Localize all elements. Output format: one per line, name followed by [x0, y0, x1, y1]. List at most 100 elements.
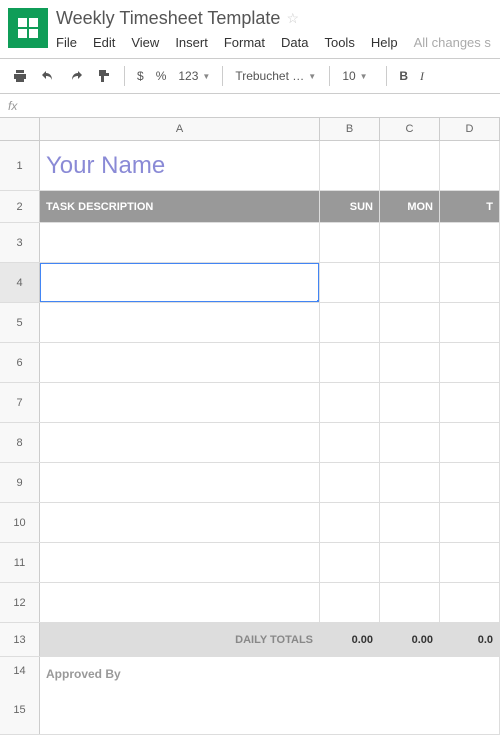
cell[interactable] [40, 223, 320, 262]
cell[interactable] [320, 583, 380, 622]
italic-button[interactable]: I [416, 69, 428, 84]
cell[interactable] [40, 343, 320, 382]
cell-selected[interactable] [40, 263, 320, 302]
cell[interactable] [320, 503, 380, 542]
header-task[interactable]: TASK DESCRIPTION [40, 191, 320, 222]
cell[interactable] [320, 463, 380, 502]
row-header-4[interactable]: 4 [0, 263, 40, 302]
sheets-logo[interactable] [8, 8, 48, 48]
cell[interactable] [440, 423, 500, 462]
cell[interactable] [380, 503, 440, 542]
cell[interactable] [40, 463, 320, 502]
cell[interactable] [380, 583, 440, 622]
row-header-1[interactable]: 1 [0, 141, 40, 190]
daily-totals-label[interactable]: DAILY TOTALS [40, 623, 320, 656]
cell[interactable] [40, 583, 320, 622]
cell[interactable] [440, 303, 500, 342]
menu-help[interactable]: Help [371, 35, 398, 50]
cell[interactable] [320, 343, 380, 382]
cell[interactable] [440, 463, 500, 502]
row-header-2[interactable]: 2 [0, 191, 40, 222]
col-header-c[interactable]: C [380, 118, 440, 140]
font-select[interactable]: Trebuchet …▼ [231, 67, 321, 85]
menu-tools[interactable]: Tools [324, 35, 354, 50]
col-header-a[interactable]: A [40, 118, 320, 140]
row-header-10[interactable]: 10 [0, 503, 40, 542]
col-header-b[interactable]: B [320, 118, 380, 140]
cell[interactable] [380, 141, 440, 190]
row-header-11[interactable]: 11 [0, 543, 40, 582]
row-header-13[interactable]: 13 [0, 623, 40, 656]
total-tue[interactable]: 0.0 [440, 623, 500, 656]
col-header-d[interactable]: D [440, 118, 500, 140]
cell[interactable] [380, 263, 440, 302]
row-header-14[interactable]: 14 [0, 657, 40, 685]
star-icon[interactable]: ☆ [286, 10, 299, 27]
cell[interactable] [440, 503, 500, 542]
cell[interactable] [380, 223, 440, 262]
total-sun[interactable]: 0.00 [320, 623, 380, 656]
cell[interactable] [40, 383, 320, 422]
cell[interactable] [380, 543, 440, 582]
cell[interactable] [320, 383, 380, 422]
formula-bar[interactable]: fx [0, 94, 500, 118]
menu-insert[interactable]: Insert [175, 35, 208, 50]
cell[interactable] [380, 343, 440, 382]
undo-icon[interactable] [36, 64, 60, 88]
menu-format[interactable]: Format [224, 35, 265, 50]
cell[interactable] [380, 423, 440, 462]
bold-button[interactable]: B [395, 69, 412, 83]
row-header-15[interactable]: 15 [0, 685, 40, 734]
cell-title[interactable]: Your Name [40, 141, 320, 190]
cell[interactable] [320, 423, 380, 462]
menu-view[interactable]: View [131, 35, 159, 50]
menu-file[interactable]: File [56, 35, 77, 50]
paint-format-icon[interactable] [92, 64, 116, 88]
cell[interactable] [440, 141, 500, 190]
cell[interactable] [440, 263, 500, 302]
row-header-3[interactable]: 3 [0, 223, 40, 262]
cell[interactable] [40, 423, 320, 462]
row-header-5[interactable]: 5 [0, 303, 40, 342]
column-headers: A B C D [0, 118, 500, 141]
row-header-7[interactable]: 7 [0, 383, 40, 422]
header-mon[interactable]: MON [380, 191, 440, 222]
cell[interactable] [380, 463, 440, 502]
header-sun[interactable]: SUN [320, 191, 380, 222]
redo-icon[interactable] [64, 64, 88, 88]
cell[interactable] [320, 263, 380, 302]
cell[interactable] [440, 343, 500, 382]
select-all-corner[interactable] [0, 118, 40, 140]
menu-data[interactable]: Data [281, 35, 308, 50]
cell[interactable] [320, 141, 380, 190]
row-header-6[interactable]: 6 [0, 343, 40, 382]
format-currency-button[interactable]: $ [133, 69, 148, 83]
format-percent-button[interactable]: % [152, 69, 171, 83]
header-tue[interactable]: T [440, 191, 500, 222]
cell[interactable] [40, 303, 320, 342]
row-header-8[interactable]: 8 [0, 423, 40, 462]
print-icon[interactable] [8, 64, 32, 88]
approved-by-label[interactable]: Approved By [40, 657, 500, 685]
approved-by-field[interactable] [40, 685, 500, 734]
number-format-select[interactable]: 123▼ [174, 67, 214, 85]
menu-edit[interactable]: Edit [93, 35, 115, 50]
cell[interactable] [440, 383, 500, 422]
cell[interactable] [320, 543, 380, 582]
cell[interactable] [440, 543, 500, 582]
toolbar: $ % 123▼ Trebuchet …▼ 10▼ B I [0, 58, 500, 94]
cell[interactable] [440, 583, 500, 622]
total-mon[interactable]: 0.00 [380, 623, 440, 656]
cell[interactable] [380, 303, 440, 342]
document-title[interactable]: Weekly Timesheet Template [56, 8, 280, 29]
cell[interactable] [440, 223, 500, 262]
cell[interactable] [320, 223, 380, 262]
row-13-totals: 13 DAILY TOTALS 0.00 0.00 0.0 [0, 623, 500, 657]
cell[interactable] [320, 303, 380, 342]
cell[interactable] [380, 383, 440, 422]
cell[interactable] [40, 503, 320, 542]
row-header-9[interactable]: 9 [0, 463, 40, 502]
row-header-12[interactable]: 12 [0, 583, 40, 622]
cell[interactable] [40, 543, 320, 582]
font-size-select[interactable]: 10▼ [338, 67, 378, 85]
